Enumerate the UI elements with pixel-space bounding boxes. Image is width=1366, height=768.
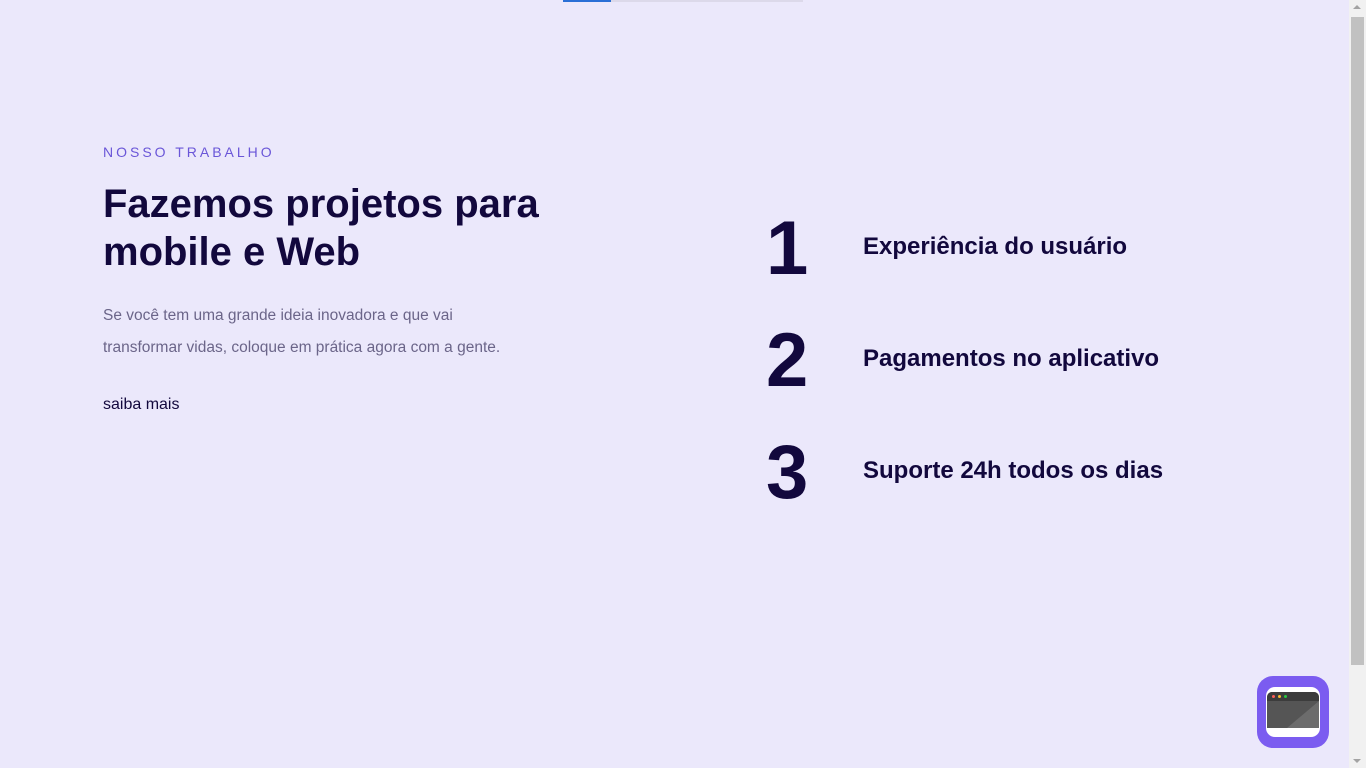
- feature-number: 1: [766, 206, 809, 291]
- title-line-2: mobile e Web: [103, 230, 361, 274]
- feature-label: Suporte 24h todos os dias: [863, 457, 1164, 484]
- section-title: Fazemos projetos para mobile e Web: [103, 180, 623, 276]
- scroll-down-arrow-icon[interactable]: [1353, 759, 1361, 763]
- scroll-up-arrow-icon[interactable]: [1353, 5, 1361, 9]
- top-progress-bar: [563, 0, 803, 2]
- section-description: Se você tem uma grande ideia inovadora e…: [103, 300, 583, 364]
- feature-number: 2: [766, 318, 809, 403]
- feature-label: Experiência do usuário: [863, 233, 1128, 260]
- scrollbar-thumb[interactable]: [1351, 17, 1364, 665]
- progress-fill: [563, 0, 611, 2]
- browser-window-icon: [1266, 687, 1320, 737]
- description-line-2: transformar vidas, coloque em prática ag…: [103, 339, 501, 356]
- section-eyebrow: NOSSO TRABALHO: [103, 144, 275, 160]
- title-line-1: Fazemos projetos para: [103, 182, 539, 226]
- our-work-section: NOSSO TRABALHO Fazemos projetos para mob…: [103, 144, 623, 414]
- learn-more-link[interactable]: saiba mais: [103, 396, 179, 414]
- feature-number: 3: [766, 430, 809, 515]
- vertical-scrollbar[interactable]: [1349, 0, 1366, 768]
- feature-label: Pagamentos no aplicativo: [863, 345, 1160, 372]
- description-line-1: Se você tem uma grande ideia inovadora e…: [103, 307, 453, 324]
- floating-action-button[interactable]: [1257, 676, 1329, 748]
